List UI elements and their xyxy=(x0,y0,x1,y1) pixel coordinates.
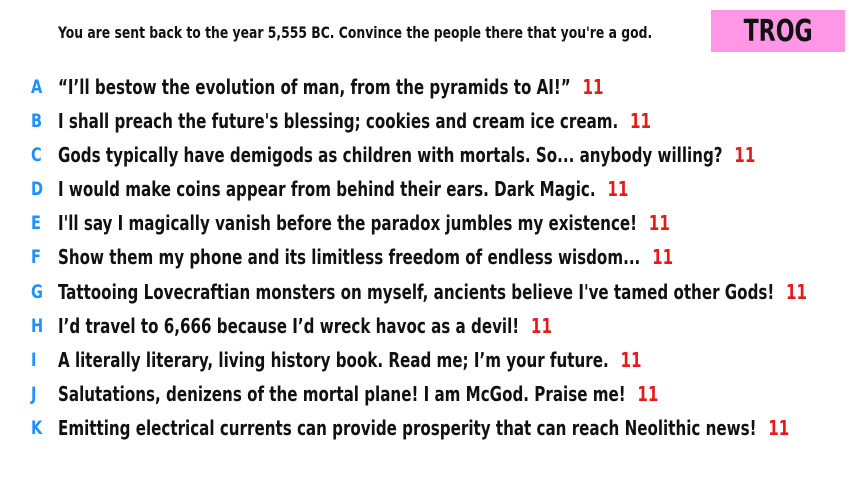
answer-text: I would make coins appear from behind th… xyxy=(58,177,596,201)
answer-letter: A xyxy=(31,76,43,98)
answer-score: 11 xyxy=(786,280,808,304)
answer-text: A literally literary, living history boo… xyxy=(58,348,609,372)
answer-letter: B xyxy=(31,110,43,132)
answer-score: 11 xyxy=(620,348,642,372)
answer-text: Gods typically have demigods as children… xyxy=(58,143,723,167)
answer-score: 11 xyxy=(648,211,670,235)
answer-score: 11 xyxy=(630,109,652,133)
answer-letter: G xyxy=(31,281,43,303)
answer-letter: H xyxy=(31,315,44,337)
answer-letter: D xyxy=(31,178,44,200)
answer-score: 11 xyxy=(652,245,674,269)
answer-text: I'll say I magically vanish before the p… xyxy=(58,211,638,235)
answer-letter: J xyxy=(31,383,37,405)
answer-text: Show them my phone and its limitless fre… xyxy=(58,245,641,269)
answer-text: “I’ll bestow the evolution of man, from … xyxy=(58,75,571,99)
answer-text: Tattooing Lovecraftian monsters on mysel… xyxy=(58,280,775,304)
answer-text: I’d travel to 6,666 because I’d wreck ha… xyxy=(58,314,520,338)
answer-letter: C xyxy=(31,144,42,166)
answer-score: 11 xyxy=(768,416,790,440)
answer-score: 11 xyxy=(637,382,659,406)
answer-text: Salutations, denizens of the mortal plan… xyxy=(58,382,626,406)
answer-letter: I xyxy=(31,349,37,371)
answer-score: 11 xyxy=(734,143,756,167)
answer-text: I shall preach the future's blessing; co… xyxy=(58,109,619,133)
logo-text: TROG xyxy=(743,13,813,49)
answer-score: 11 xyxy=(530,314,552,338)
trog-logo: TROG xyxy=(711,10,845,52)
answer-letter: K xyxy=(31,417,43,439)
answer-letter: F xyxy=(31,246,41,268)
answer-letter: E xyxy=(31,212,41,234)
prompt-text: You are sent back to the year 5,555 BC. … xyxy=(58,23,653,42)
answer-score: 11 xyxy=(607,177,629,201)
answer-text: Emitting electrical currents can provide… xyxy=(58,416,757,440)
answer-score: 11 xyxy=(582,75,604,99)
